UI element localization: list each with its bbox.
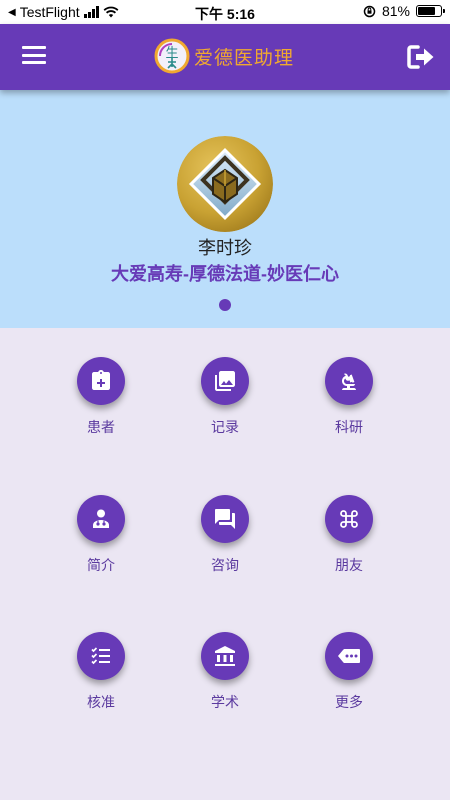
battery-percent: 81% <box>381 3 410 19</box>
status-right: 81% <box>363 3 445 19</box>
menu-item-approve[interactable]: 核准 <box>41 632 161 732</box>
hamburger-menu-icon[interactable] <box>22 46 46 66</box>
profile-name: 李时珍 <box>198 238 252 258</box>
menu-item-research[interactable]: 科研 <box>289 357 409 457</box>
page-indicator-dot[interactable] <box>219 299 231 311</box>
institution-icon[interactable] <box>201 632 249 680</box>
more-tag-icon[interactable] <box>325 632 373 680</box>
checklist-icon[interactable] <box>77 632 125 680</box>
profile-motto: 大爱高寿-厚德法道-妙医仁心 <box>111 264 339 284</box>
chat-icon[interactable] <box>201 495 249 543</box>
orientation-lock-icon <box>363 5 376 17</box>
menu-item-friends[interactable]: 朋友 <box>289 495 409 595</box>
logout-icon[interactable] <box>406 44 436 70</box>
battery-icon <box>416 5 445 17</box>
menu-label: 咨询 <box>211 557 239 573</box>
microscope-icon[interactable] <box>325 357 373 405</box>
clipboard-plus-icon[interactable] <box>77 357 125 405</box>
status-bar: ◀ TestFlight 下午 5:16 81% <box>0 0 450 24</box>
app-brand: 生 爱德医助理 <box>154 38 294 74</box>
menu-label: 患者 <box>87 419 115 435</box>
command-icon[interactable] <box>325 495 373 543</box>
photo-library-icon[interactable] <box>201 357 249 405</box>
menu-item-patients[interactable]: 患者 <box>41 357 161 457</box>
menu-label: 记录 <box>211 419 239 435</box>
menu-item-records[interactable]: 记录 <box>165 357 285 457</box>
menu-label: 科研 <box>335 419 363 435</box>
profile-banner[interactable]: 李时珍 大爱高寿-厚德法道-妙医仁心 <box>0 90 450 328</box>
app-bar: 生 爱德医助理 <box>0 24 450 90</box>
menu-label: 学术 <box>211 694 239 710</box>
menu-item-intro[interactable]: 简介 <box>41 495 161 595</box>
menu-item-more[interactable]: 更多 <box>289 632 409 732</box>
app-logo: 生 <box>154 38 190 74</box>
menu-label: 简介 <box>87 557 115 573</box>
menu-item-consult[interactable]: 咨询 <box>165 495 285 595</box>
doctor-icon[interactable] <box>77 495 125 543</box>
avatar[interactable] <box>177 136 273 232</box>
menu-label: 朋友 <box>335 557 363 573</box>
app-title: 爱德医助理 <box>194 47 295 69</box>
menu-label: 更多 <box>335 694 363 710</box>
menu-label: 核准 <box>87 694 115 710</box>
menu-item-academic[interactable]: 学术 <box>165 632 285 732</box>
